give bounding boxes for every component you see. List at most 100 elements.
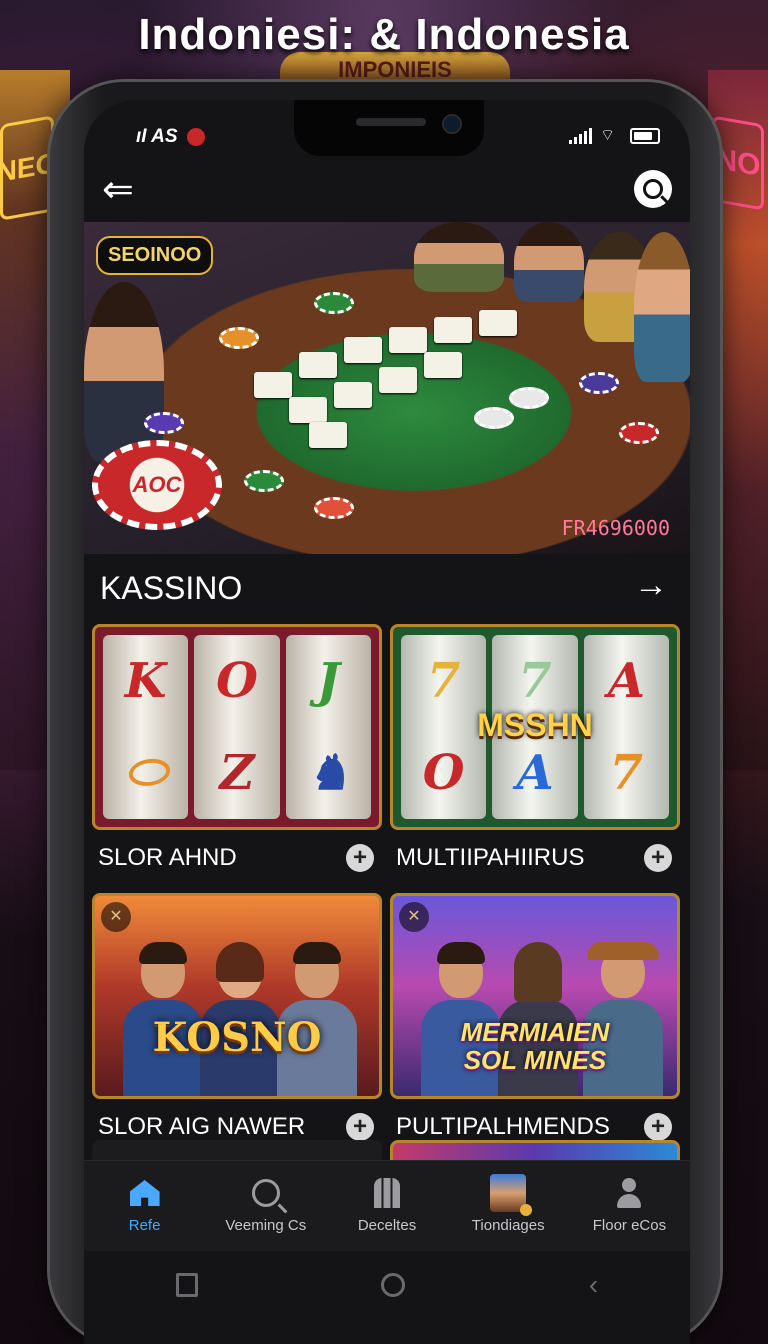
building-icon bbox=[374, 1178, 400, 1208]
tab-profile[interactable]: Floor eCos bbox=[569, 1161, 690, 1251]
game-logo: MERMIAIEN SOL MINES bbox=[393, 1018, 677, 1074]
status-bar: ıI AS ⌔ bbox=[84, 124, 690, 154]
home-circle-icon[interactable] bbox=[381, 1273, 406, 1297]
hero-banner[interactable]: AOC SEOINOO FR4696000 bbox=[84, 222, 690, 554]
game-title: SLOR AIG NAWER bbox=[98, 1113, 306, 1140]
slot-reels: K ⬭ O Z J ♞ bbox=[103, 635, 371, 819]
reel-symbol: 7 bbox=[609, 745, 644, 801]
avatar-thumbnail-icon bbox=[490, 1174, 533, 1216]
game-thumbnail[interactable]: 7 O 7 A A 7 MSSHN bbox=[390, 624, 680, 830]
poker-chip bbox=[619, 422, 659, 444]
poker-chip bbox=[474, 407, 514, 429]
slot-reel: O Z bbox=[194, 635, 280, 819]
status-icons: ⌔ bbox=[569, 128, 660, 144]
playing-card bbox=[299, 352, 337, 378]
crossed-tools-icon: ✕ bbox=[101, 902, 131, 932]
game-overlay-title: MSSHN bbox=[477, 707, 593, 743]
poker-chip bbox=[579, 372, 619, 394]
game-thumbnail[interactable]: KOSNO ✕ bbox=[92, 893, 382, 1099]
profile-icon bbox=[617, 1178, 642, 1208]
slot-reel: K ⬭ bbox=[103, 635, 189, 819]
reel-symbol: A bbox=[607, 653, 645, 709]
hero-player bbox=[84, 282, 164, 462]
tab-home[interactable]: Refe bbox=[84, 1161, 205, 1251]
tab-search[interactable]: Veeming Cs bbox=[205, 1161, 326, 1251]
app-screen: ıI AS ⌔ ⇐ AOC SEOINOO FR4696000 KASSINO … bbox=[84, 100, 690, 1344]
section-title: KASSINO bbox=[100, 570, 243, 606]
game-tile[interactable]: K ⬭ O Z J ♞ SLOR AHND + bbox=[92, 624, 382, 872]
bottom-tab-bar: Refe Veeming Cs Deceltes Tiondiages Floo… bbox=[84, 1160, 690, 1251]
slot-reel: J ♞ bbox=[285, 635, 371, 819]
add-game-button[interactable]: + bbox=[346, 1113, 374, 1141]
tab-label: Deceltes bbox=[357, 1217, 417, 1234]
playing-card bbox=[289, 397, 327, 423]
back-button[interactable]: ⇐ bbox=[102, 169, 142, 212]
recent-apps-icon[interactable] bbox=[175, 1273, 198, 1297]
crossed-tools-icon: ✕ bbox=[399, 902, 429, 932]
playing-card bbox=[434, 317, 472, 343]
playing-card bbox=[379, 367, 417, 393]
search-icon bbox=[643, 179, 663, 199]
playing-card bbox=[389, 327, 427, 353]
reel-symbol: 7 bbox=[518, 653, 552, 709]
plus-icon: + bbox=[352, 1113, 367, 1140]
search-button[interactable] bbox=[634, 170, 672, 208]
game-logo-line: SOL MINES bbox=[463, 1045, 607, 1075]
playing-card bbox=[344, 337, 382, 363]
playing-card bbox=[309, 422, 347, 448]
poker-chip bbox=[144, 412, 184, 434]
playing-card bbox=[479, 310, 517, 336]
app-top-bar: ⇐ bbox=[84, 164, 690, 220]
playing-card bbox=[254, 372, 292, 398]
hero-player bbox=[634, 232, 690, 382]
game-title: SLOR AHND bbox=[98, 844, 237, 871]
search-icon bbox=[251, 1179, 280, 1207]
game-thumbnail[interactable]: K ⬭ O Z J ♞ bbox=[92, 624, 382, 830]
tab-label: Floor eCos bbox=[592, 1217, 667, 1234]
add-game-button[interactable]: + bbox=[346, 844, 374, 872]
carrier-indicator: ıI AS bbox=[136, 126, 205, 148]
arrow-right-icon: → bbox=[634, 566, 668, 604]
carrier-name: AS bbox=[151, 126, 178, 147]
game-tile[interactable]: KOSNO ✕ SLOR AIG NAWER + bbox=[92, 893, 382, 1141]
reel-symbol: A bbox=[516, 745, 554, 801]
plus-icon: + bbox=[352, 844, 367, 871]
arrow-left-icon: ⇐ bbox=[102, 169, 134, 211]
tab-label: Refe bbox=[128, 1217, 161, 1234]
chevron-left-icon[interactable]: ‹ bbox=[589, 1269, 598, 1301]
tab-label: Veeming Cs bbox=[225, 1217, 307, 1234]
reel-symbol: ♞ bbox=[306, 745, 350, 801]
poker-chip bbox=[219, 327, 259, 349]
plus-icon: + bbox=[650, 844, 665, 871]
playing-card bbox=[424, 352, 462, 378]
game-tile[interactable]: MERMIAIEN SOL MINES ✕ PULTIPALHMENDS + bbox=[390, 893, 680, 1141]
add-game-button[interactable]: + bbox=[644, 844, 672, 872]
poker-chip bbox=[314, 497, 354, 519]
hero-player bbox=[514, 222, 584, 302]
add-game-button[interactable]: + bbox=[644, 1113, 672, 1141]
jackpot-amount: FR4696000 bbox=[561, 516, 670, 540]
reel-symbol: Z bbox=[219, 745, 255, 801]
featured-chip: AOC bbox=[92, 440, 222, 530]
game-logo: KOSNO bbox=[152, 1014, 322, 1061]
wifi-icon: ⌔ bbox=[600, 127, 616, 144]
tab-tiondiages[interactable]: Tiondiages bbox=[448, 1161, 569, 1251]
section-see-all-button[interactable]: → bbox=[634, 566, 668, 605]
game-thumbnail[interactable]: MERMIAIEN SOL MINES ✕ bbox=[390, 893, 680, 1099]
system-nav-bar: ‹ bbox=[84, 1260, 690, 1310]
reel-symbol: J bbox=[316, 653, 340, 709]
poker-chip bbox=[314, 292, 354, 314]
game-tile[interactable]: 7 O 7 A A 7 MSSHN MULTIIPAHIIRUS + bbox=[390, 624, 680, 872]
plus-icon: + bbox=[650, 1113, 665, 1140]
hero-badge: SEOINOO bbox=[96, 236, 214, 275]
game-title: PULTIPALHMENDS bbox=[396, 1113, 610, 1140]
poker-chip bbox=[244, 470, 284, 492]
poker-chip bbox=[509, 387, 549, 409]
carrier-prefix: ıI bbox=[136, 126, 147, 147]
tab-deceltes[interactable]: Deceltes bbox=[326, 1161, 447, 1251]
hero-player bbox=[414, 222, 504, 292]
home-icon bbox=[129, 1180, 160, 1206]
playing-card bbox=[334, 382, 372, 408]
reel-symbol: O bbox=[422, 745, 465, 801]
battery-icon bbox=[630, 128, 660, 144]
